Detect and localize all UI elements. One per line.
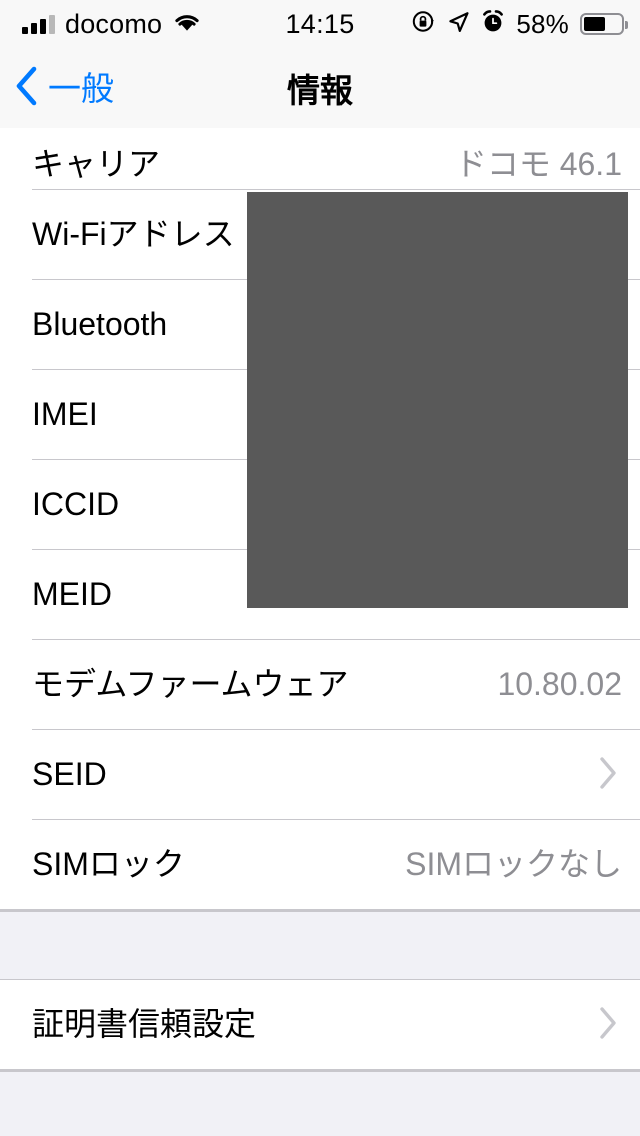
row-label: ICCID xyxy=(32,486,120,523)
row-label: Wi-Fiアドレス xyxy=(32,216,235,253)
chevron-right-icon xyxy=(598,756,618,795)
row-value: 10.80.02 xyxy=(497,666,622,703)
row-seid[interactable]: SEID xyxy=(0,730,640,820)
row-label: モデムファームウェア xyxy=(32,666,349,703)
row-label: Bluetooth xyxy=(32,306,168,343)
section-separator-gap xyxy=(0,910,640,980)
rotation-lock-icon xyxy=(411,9,436,39)
row-label: IMEI xyxy=(32,396,98,433)
battery-percentage: 58% xyxy=(516,9,569,39)
row-row[interactable]: 証明書信頼設定 xyxy=(0,980,640,1070)
row-label: キャリア xyxy=(32,145,161,182)
row-label: SIMロック xyxy=(32,846,185,883)
row-value: ドコモ 46.1 xyxy=(454,145,622,182)
row-row: モデムファームウェア 10.80.02 xyxy=(0,640,640,730)
location-arrow-icon xyxy=(447,10,470,39)
alarm-clock-icon xyxy=(481,9,505,39)
row-label: 証明書信頼設定 xyxy=(32,1006,257,1043)
page-title: 情報 xyxy=(287,72,353,109)
status-bar: docomo 14:15 58% xyxy=(0,0,640,48)
settings-group-2: 証明書信頼設定 xyxy=(0,980,640,1070)
row-sim: SIMロック SIMロックなし xyxy=(0,820,640,910)
list-bottom-space xyxy=(0,1070,640,1136)
row-value: SIMロックなし xyxy=(405,846,622,883)
row-label: MEID xyxy=(32,576,112,613)
status-bar-clock: 14:15 xyxy=(285,8,355,39)
privacy-redaction-box xyxy=(247,192,628,608)
battery-icon xyxy=(580,13,628,35)
navigation-bar: 一般 情報 xyxy=(0,48,640,128)
row-row: キャリア ドコモ 46.1 xyxy=(0,128,640,190)
chevron-right-icon xyxy=(598,1006,618,1045)
row-label: SEID xyxy=(32,756,107,793)
iphone-screen: docomo 14:15 58% 一般 情報 キャリア ドコモ 46.1 Wi-… xyxy=(0,0,640,1136)
status-bar-right: 58% xyxy=(411,0,628,48)
